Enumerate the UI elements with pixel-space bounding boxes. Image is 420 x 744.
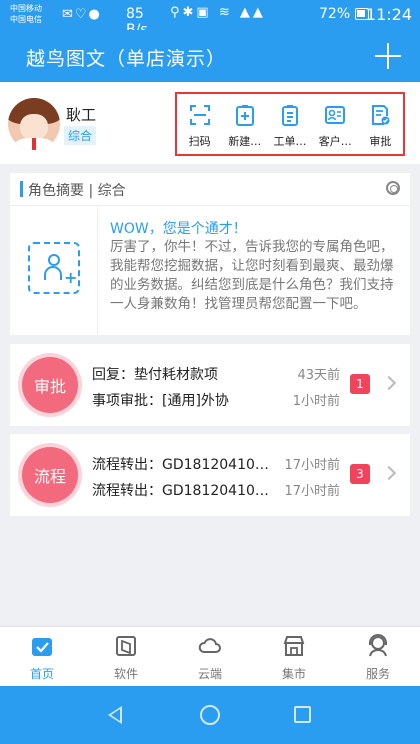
carrier-2: 中国电信 [10,15,42,24]
customer-icon [324,104,346,126]
home-circle-icon[interactable] [200,705,220,725]
avatar[interactable] [8,98,60,150]
nav-label: 首页 [29,667,54,681]
message-line: 事项审批：[通用]外协 [92,393,229,409]
new-doc-icon [234,104,256,126]
carrier-labels: 中国移动 中国电信 [10,3,42,25]
quick-action-label: 工单… [273,135,307,148]
person-add-icon: + [44,254,77,287]
chevron-right-icon [381,465,397,481]
quick-action-work-order[interactable]: 工单… [267,94,312,154]
flow-message-card[interactable]: 流程 流程转出：GD18120410… 流程转出：GD18120410… 17小… [10,434,410,516]
message-line: 流程转出：GD18120410… [92,457,269,473]
nav-item-market[interactable]: 集市 [252,627,336,686]
scan-icon [189,104,211,126]
role-summary-card: 角色摘要 | 综合 + WOW，您是个通才！ 厉害了，你牛！不过，告诉我您的专属… [10,173,410,336]
message-time: 1小时前 [292,394,340,409]
recent-apps-icon[interactable] [294,706,311,723]
status-bar: 中国移动 中国电信 ✉♡● 85 B/s ⚲✱▣ ≋ ▲▲ 72% 11:24 [0,0,420,38]
back-icon[interactable] [108,706,122,724]
nav-item-cloud[interactable]: 云端 [168,627,252,686]
gear-icon[interactable] [386,181,400,195]
clock: 11:24 [365,5,412,24]
flow-circle: 流程 [22,447,78,503]
message-time: 43天前 [297,368,340,383]
role-placeholder: + [10,206,98,336]
cloud-icon [197,633,223,659]
promo-text: 厉害了，你牛！不过，告诉我您的专属角色吧，我能帮您挖掘数据，让您时刻看到最爽、最… [110,239,394,312]
app-bar: 越鸟图文（单店演示） [0,30,420,82]
unread-count-badge: 1 [350,374,370,394]
system-nav-bar [0,686,420,744]
unread-count-badge: 3 [350,464,370,484]
quick-action-label: 审批 [369,135,392,148]
quick-action-label: 扫码 [188,135,211,148]
service-icon [365,633,391,659]
nav-label: 服务 [365,667,390,681]
role-summary-title: 角色摘要 | 综合 [28,183,126,199]
battery-percent: 72% [319,6,351,22]
quick-action-scan[interactable]: 扫码 [177,94,222,154]
nav-label: 集市 [281,667,306,681]
user-role-tag: 综合 [64,126,97,145]
add-button[interactable] [372,40,404,72]
page-title: 越鸟图文（单店演示） [26,48,227,70]
role-summary-body: + WOW，您是个通才！ 厉害了，你牛！不过，告诉我您的专属角色吧，我能帮您挖掘… [10,205,410,336]
approval-message-card[interactable]: 审批 回复：垫付耗材款项 事项审批：[通用]外协 43天前 1小时前 1 [10,344,410,426]
profile-card: 耿工 综合 扫码 新建… 工单… 客户… 审批 [0,82,420,164]
add-role-button[interactable]: + [28,242,80,294]
chevron-right-icon [381,375,397,391]
nav-item-service[interactable]: 服务 [336,627,420,686]
quick-action-approval[interactable]: 审批 [358,94,403,154]
quick-action-new[interactable]: 新建… [222,94,267,154]
quick-actions: 扫码 新建… 工单… 客户… 审批 [175,92,405,156]
approval-icon [369,104,391,126]
approval-circle: 审批 [22,357,78,413]
nav-item-home[interactable]: 首页 [0,627,84,686]
message-line: 流程转出：GD18120410… [92,483,269,499]
user-name: 耿工 [66,106,97,124]
message-time: 17小时前 [284,484,340,499]
nav-label: 云端 [197,667,222,681]
work-order-icon [279,104,301,126]
signal-icons: ⚲✱▣ ≋ ▲▲ [170,5,266,20]
message-line: 回复：垫付耗材款项 [92,367,218,383]
carrier-1: 中国移动 [10,4,42,13]
notification-icons: ✉♡● [62,7,102,22]
role-summary-header: 角色摘要 | 综合 [10,173,410,205]
promo-title: WOW，您是个通才！ [110,221,247,237]
bottom-nav: 首页 软件 云端 集市 服务 [0,626,420,686]
quick-action-label: 新建… [228,135,262,148]
message-time: 17小时前 [284,458,340,473]
nav-item-software[interactable]: 软件 [84,627,168,686]
software-icon [113,633,139,659]
quick-action-customer[interactable]: 客户… [313,94,358,154]
market-icon [281,633,307,659]
quick-action-label: 客户… [318,135,352,148]
nav-label: 软件 [113,667,138,681]
home-icon [29,633,55,659]
